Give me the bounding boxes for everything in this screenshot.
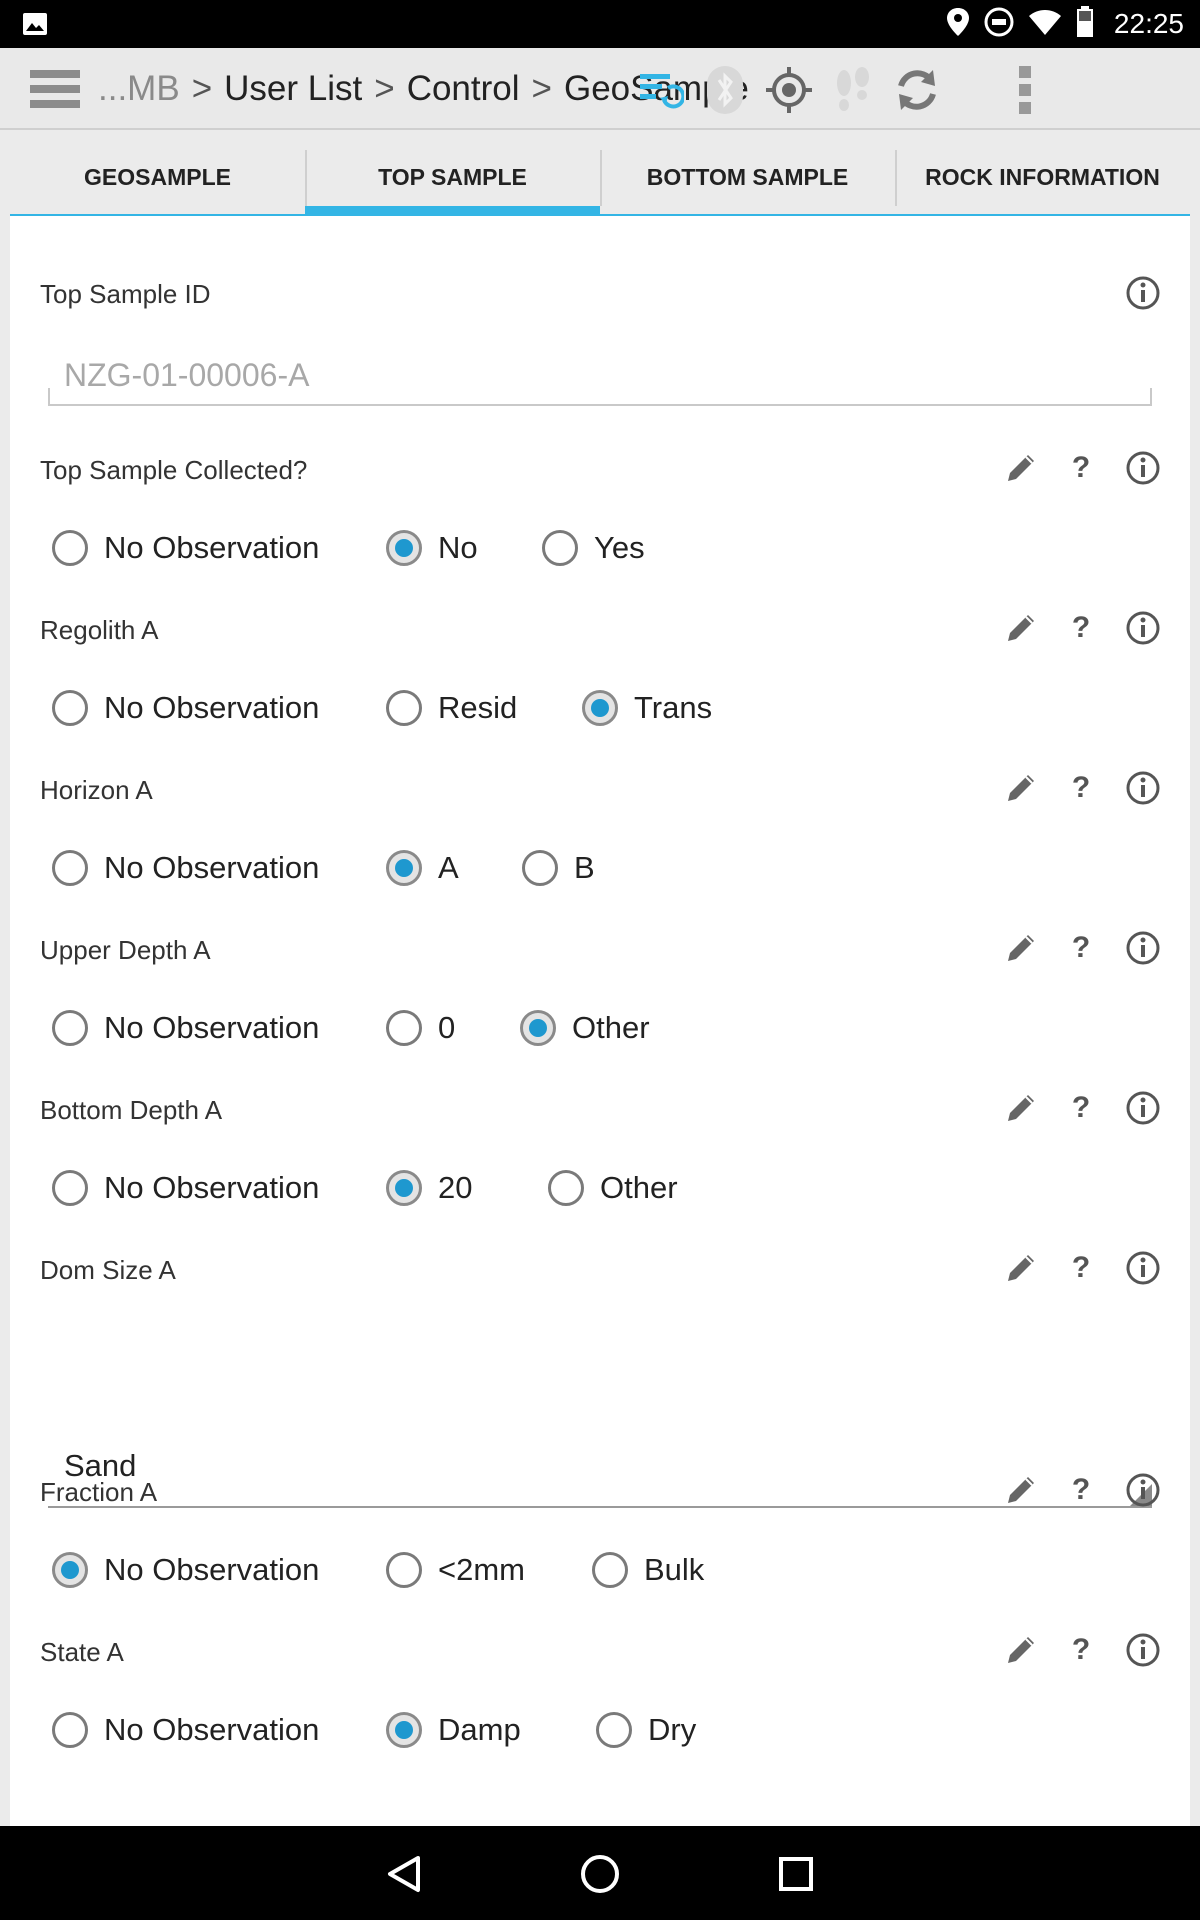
pencil-icon[interactable] (998, 1083, 1044, 1133)
navigation-bar (0, 1826, 1200, 1920)
radio-yes[interactable]: Yes (542, 523, 645, 573)
info-icon[interactable] (1120, 603, 1166, 653)
help-icon[interactable]: ? (1058, 1625, 1104, 1675)
radio-no-observation[interactable]: No Observation (52, 843, 319, 893)
state-a-label: State A (40, 1637, 124, 1667)
wifi-icon (1028, 8, 1062, 41)
radio-other[interactable]: Other (520, 1003, 650, 1053)
input-edge (1150, 388, 1152, 406)
info-icon[interactable] (1120, 268, 1166, 318)
radio-no-observation[interactable]: No Observation (52, 1163, 319, 1213)
bluetooth-icon[interactable] (700, 65, 750, 115)
refresh-icon[interactable] (892, 65, 942, 115)
radio-resid[interactable]: Resid (386, 683, 517, 733)
overflow-menu-icon[interactable] (1000, 65, 1050, 115)
bottom-depth-a-label: Bottom Depth A (40, 1095, 223, 1125)
sync-list-icon[interactable] (636, 65, 686, 115)
top-sample-id-input[interactable] (48, 346, 1152, 406)
top-sample-collected-label: Top Sample Collected? (40, 455, 308, 485)
top-sample-id-label: Top Sample ID (40, 279, 211, 309)
help-icon[interactable]: ? (1058, 603, 1104, 653)
tab-rock-information[interactable]: ROCK INFORMATION (895, 140, 1190, 214)
radio-no-observation[interactable]: No Observation (52, 683, 319, 733)
breadcrumb-separator: > (191, 69, 213, 108)
breadcrumb-item-user-list[interactable]: User List (224, 69, 362, 109)
info-icon[interactable] (1120, 443, 1166, 493)
breadcrumb-separator: > (531, 69, 552, 108)
regolith-a-label: Regolith A (40, 615, 159, 645)
radio-b[interactable]: B (522, 843, 595, 893)
back-icon[interactable] (374, 1846, 434, 1902)
radio-damp[interactable]: Damp (386, 1705, 521, 1755)
gps-icon[interactable] (764, 65, 814, 115)
do-not-disturb-icon (984, 7, 1014, 42)
breadcrumb-separator: > (374, 69, 395, 108)
upper-depth-a-label: Upper Depth A (40, 935, 211, 965)
radio-trans[interactable]: Trans (582, 683, 712, 733)
radio-no[interactable]: No (386, 523, 478, 573)
hamburger-menu-icon[interactable] (30, 68, 84, 110)
help-icon[interactable]: ? (1058, 1465, 1104, 1515)
dom-size-a-dropdown[interactable]: Sand (48, 1434, 1152, 1508)
help-icon[interactable]: ? (1058, 443, 1104, 493)
radio-no-observation[interactable]: No Observation (52, 1705, 319, 1755)
breadcrumb-item-mb[interactable]: ...MB (98, 69, 180, 109)
radio-lt-2mm[interactable]: <2mm (386, 1545, 525, 1595)
radio-a[interactable]: A (386, 843, 459, 893)
radio-20[interactable]: 20 (386, 1163, 472, 1213)
input-edge (48, 388, 50, 406)
home-icon[interactable] (570, 1846, 630, 1902)
tab-bottom-sample[interactable]: BOTTOM SAMPLE (600, 140, 895, 214)
dom-size-a-label: Dom Size A (40, 1255, 176, 1285)
breadcrumb-item-control[interactable]: Control (407, 69, 520, 109)
radio-bulk[interactable]: Bulk (592, 1545, 704, 1595)
clock: 22:25 (1113, 8, 1184, 39)
radio-no-observation[interactable]: No Observation (52, 1003, 319, 1053)
pencil-icon[interactable] (998, 1243, 1044, 1293)
action-bar: ...MB > User List > Control > GeoSample (0, 48, 1200, 130)
info-icon[interactable] (1120, 1083, 1166, 1133)
pencil-icon[interactable] (998, 1625, 1044, 1675)
help-icon[interactable]: ? (1058, 1243, 1104, 1293)
status-bar: 22:25 (0, 0, 1200, 48)
info-icon[interactable] (1120, 923, 1166, 973)
help-icon[interactable]: ? (1058, 763, 1104, 813)
horizon-a-label: Horizon A (40, 775, 153, 805)
footsteps-icon[interactable] (828, 65, 878, 115)
radio-dry[interactable]: Dry (596, 1705, 696, 1755)
pencil-icon[interactable] (998, 1465, 1044, 1515)
info-icon[interactable] (1120, 1465, 1166, 1515)
pencil-icon[interactable] (998, 763, 1044, 813)
image-icon (22, 12, 48, 41)
battery-icon (1076, 5, 1094, 43)
radio-no-observation[interactable]: No Observation (52, 523, 319, 573)
radio-no-observation[interactable]: No Observation (52, 1545, 319, 1595)
help-icon[interactable]: ? (1058, 1083, 1104, 1133)
info-icon[interactable] (1120, 763, 1166, 813)
radio-other[interactable]: Other (548, 1163, 678, 1213)
help-icon[interactable]: ? (1058, 923, 1104, 973)
info-icon[interactable] (1120, 1243, 1166, 1293)
location-icon (946, 7, 970, 42)
pencil-icon[interactable] (998, 443, 1044, 493)
pencil-icon[interactable] (998, 923, 1044, 973)
fraction-a-label: Fraction A (40, 1477, 158, 1507)
pencil-icon[interactable] (998, 603, 1044, 653)
tab-top-sample[interactable]: TOP SAMPLE (305, 140, 600, 216)
radio-0[interactable]: 0 (386, 1003, 455, 1053)
info-icon[interactable] (1120, 1625, 1166, 1675)
form-panel: Top Sample ID Top Sample Collected? ? No… (10, 216, 1190, 1826)
tab-geosample[interactable]: GEOSAMPLE (10, 140, 305, 214)
recents-icon[interactable] (766, 1846, 826, 1902)
tab-bar: GEOSAMPLE TOP SAMPLE BOTTOM SAMPLE ROCK … (10, 140, 1190, 216)
